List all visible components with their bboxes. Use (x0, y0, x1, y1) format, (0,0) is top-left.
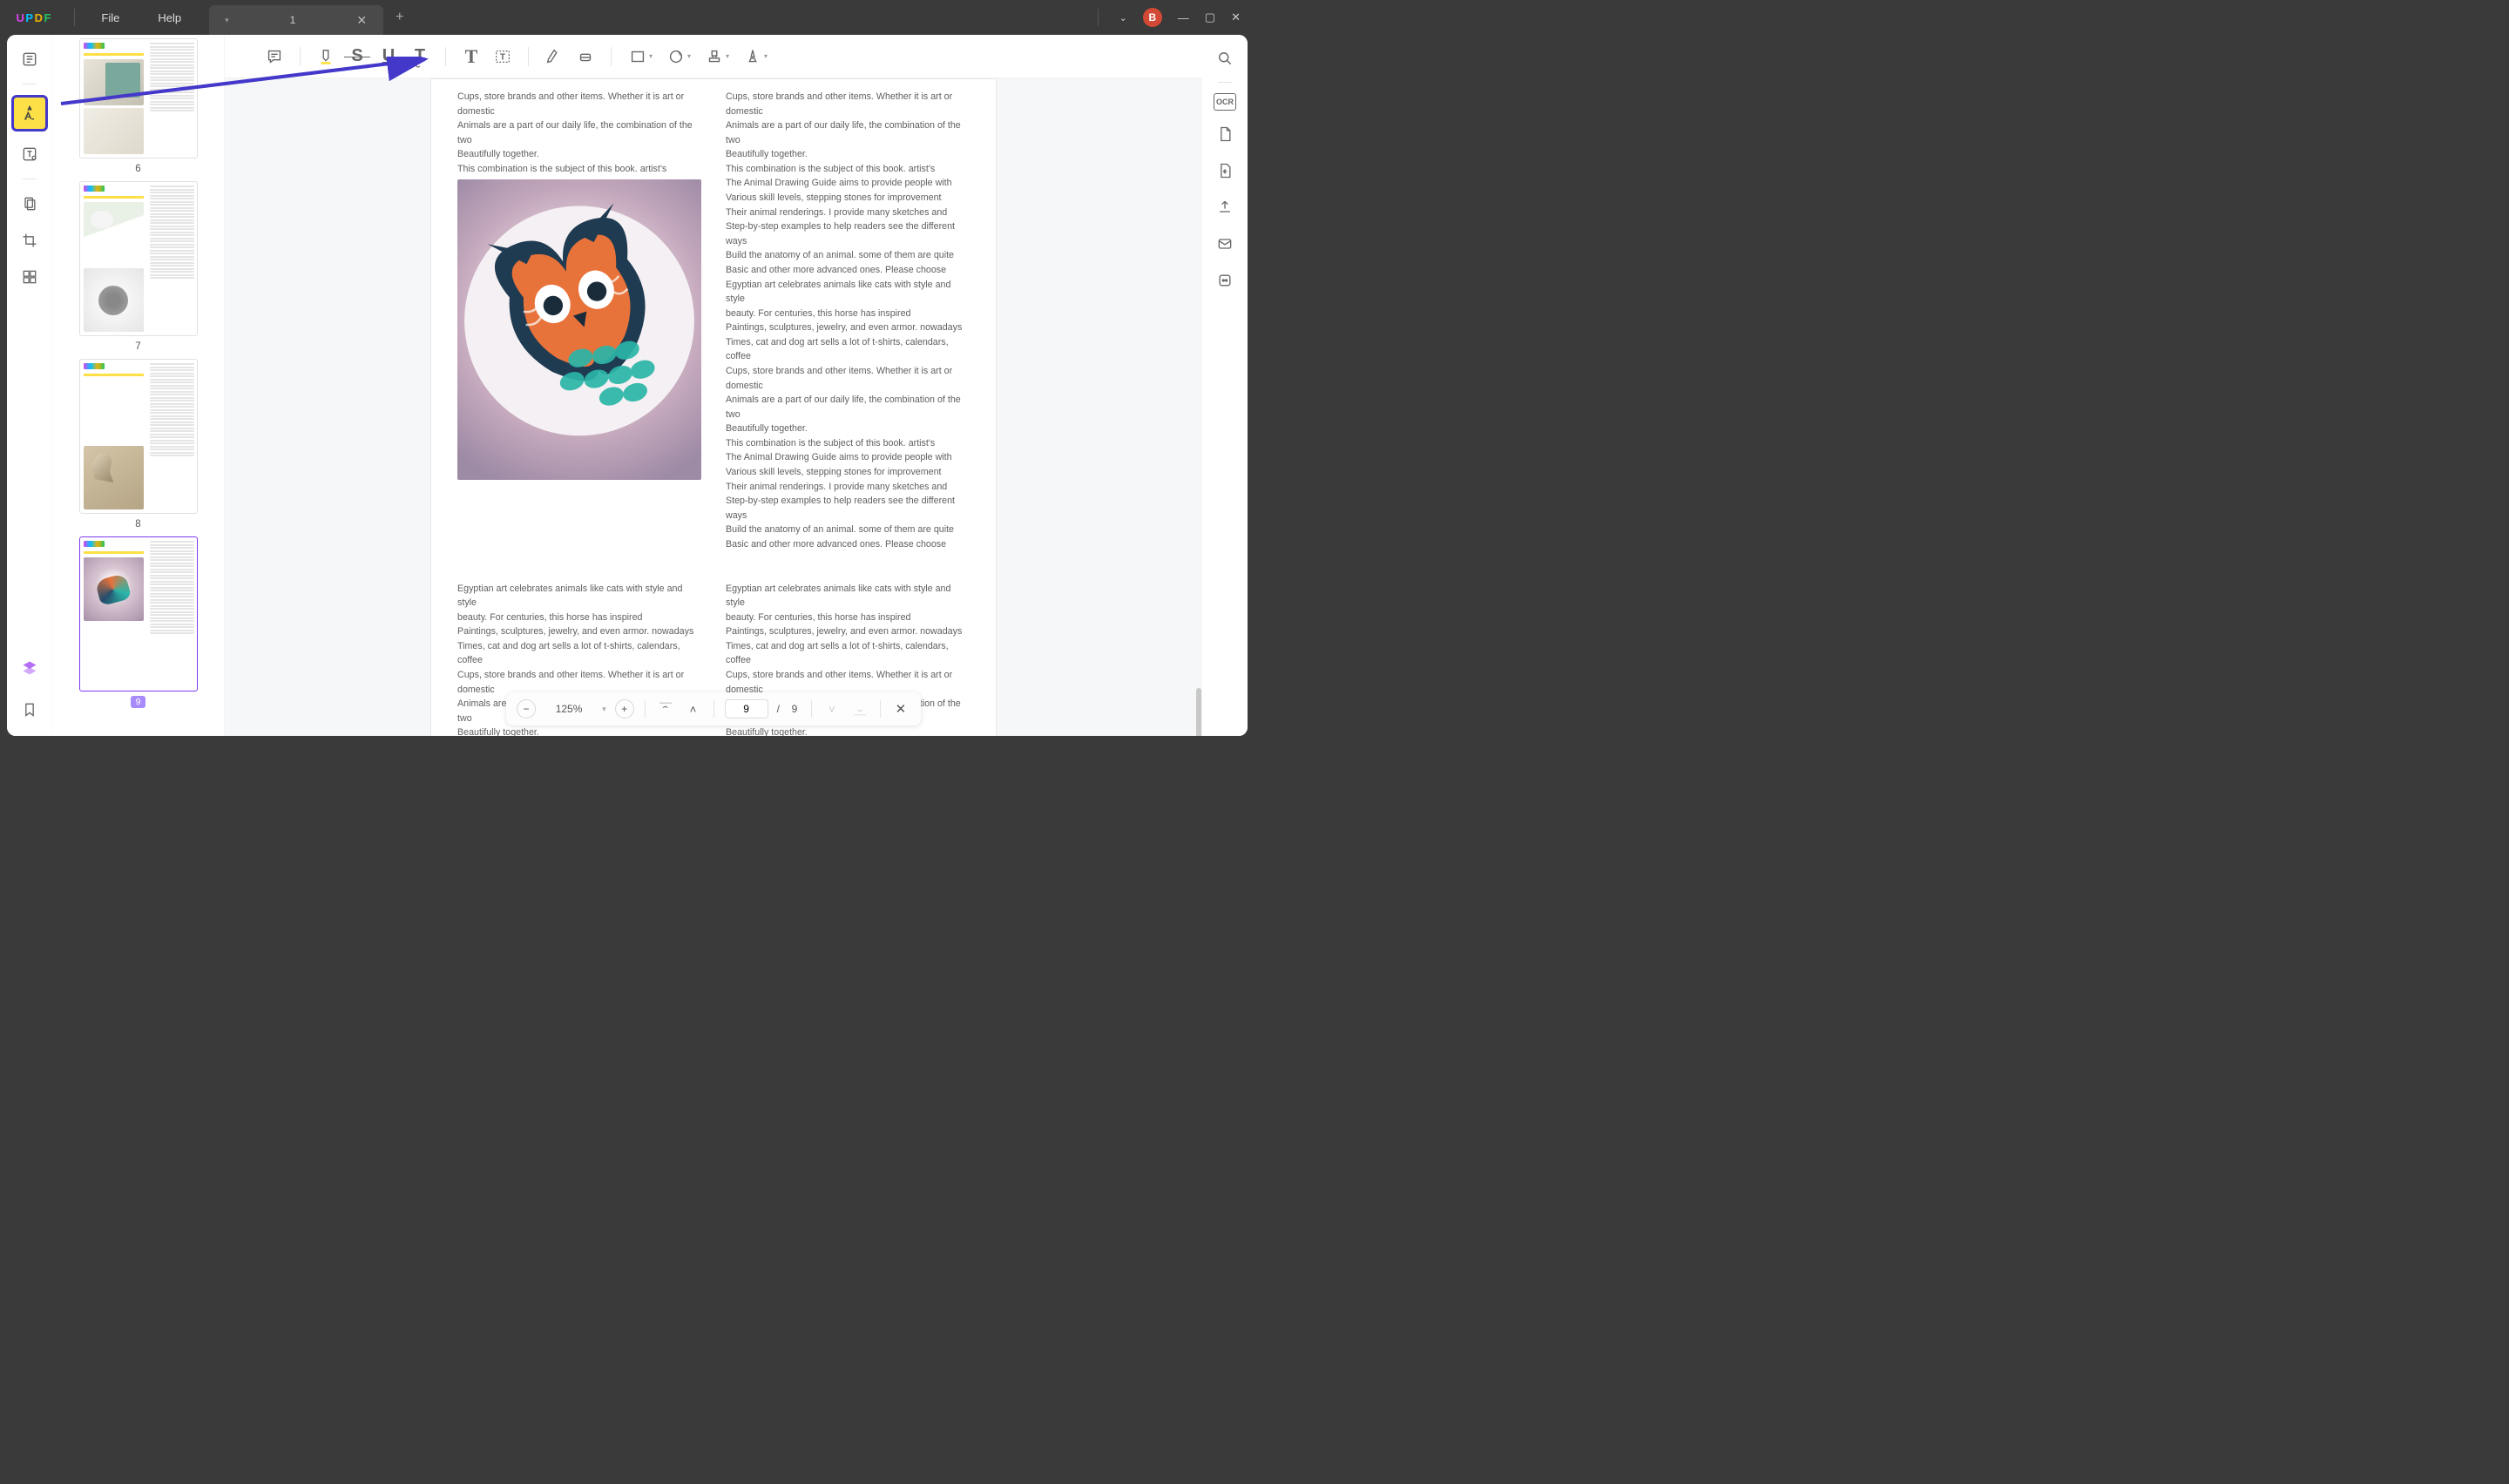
right-toolbar: OCR (1202, 35, 1248, 736)
document-tab[interactable]: ▾ 1 ✕ (209, 5, 383, 35)
maximize-button[interactable]: ▢ (1205, 10, 1215, 24)
signature-icon[interactable] (737, 42, 774, 71)
document-page: Cups, store brands and other items. Whet… (430, 78, 997, 736)
tab-close-icon[interactable]: ✕ (356, 13, 367, 28)
thumbnail-number: 7 (61, 341, 215, 352)
prev-page-button[interactable]: ˄ (684, 699, 703, 718)
strikethrough-icon[interactable]: S (342, 42, 372, 71)
user-avatar[interactable]: B (1143, 8, 1162, 27)
left-toolbar (7, 35, 52, 736)
title-bar: UPDF File Help ▾ 1 ✕ + ⌄ B — ▢ ✕ (0, 0, 1254, 35)
chevron-down-icon[interactable]: ⌄ (1119, 12, 1127, 24)
menu-file[interactable]: File (82, 11, 139, 24)
svg-text:T: T (500, 52, 506, 62)
main-area: S U T T T Cups, store brands and other i… (225, 35, 1202, 736)
eraser-icon[interactable] (571, 42, 600, 71)
minimize-button[interactable]: — (1178, 11, 1189, 24)
mail-icon[interactable] (1212, 231, 1238, 257)
grid-icon[interactable] (16, 263, 44, 291)
textbox-icon[interactable]: T (488, 42, 517, 71)
ocr-icon[interactable]: OCR (1214, 93, 1236, 111)
rectangle-icon[interactable] (622, 42, 659, 71)
sticky-note-icon[interactable] (260, 42, 289, 71)
page-total: 9 (788, 703, 801, 715)
new-tab-button[interactable]: + (396, 10, 403, 25)
shapes-icon[interactable] (660, 42, 697, 71)
menu-help[interactable]: Help (139, 11, 200, 24)
search-icon[interactable] (1212, 45, 1238, 71)
separator (74, 9, 75, 26)
comment-tool-icon[interactable] (11, 95, 48, 132)
text-icon[interactable]: T (456, 42, 486, 71)
page-thumbnail[interactable]: 8 (61, 359, 215, 530)
stamp-icon[interactable] (699, 42, 735, 71)
document-image-owl (457, 179, 701, 480)
document-viewport[interactable]: Cups, store brands and other items. Whet… (225, 78, 1202, 736)
bookmark-icon[interactable] (16, 696, 44, 724)
close-window-button[interactable]: ✕ (1231, 10, 1241, 24)
zoom-level: 125% (544, 703, 593, 715)
doc-column-right: Cups, store brands and other items. Whet… (726, 90, 970, 552)
document-icon[interactable] (1212, 121, 1238, 147)
zoom-in-button[interactable]: + (615, 699, 634, 718)
page-manager-icon[interactable] (16, 190, 44, 218)
last-page-button[interactable]: ⌄ (850, 703, 869, 714)
next-page-button[interactable]: ˅ (822, 699, 842, 718)
zoom-out-button[interactable]: − (517, 699, 536, 718)
export-icon[interactable] (1212, 194, 1238, 220)
separator (1098, 9, 1099, 26)
thumbnail-number: 6 (61, 164, 215, 174)
edit-text-icon[interactable] (16, 140, 44, 168)
tab-label: 1 (290, 14, 296, 26)
scrollbar[interactable] (1196, 688, 1201, 736)
underline-icon[interactable]: U (374, 42, 403, 71)
doc-column-left: Cups, store brands and other items. Whet… (457, 90, 701, 552)
tab-dropdown-icon[interactable]: ▾ (225, 16, 229, 25)
page-thumbnail[interactable]: 6 (61, 38, 215, 174)
first-page-button[interactable]: ⌃ (656, 703, 675, 714)
zoom-dropdown-icon[interactable]: ▾ (602, 705, 606, 714)
pencil-icon[interactable] (539, 42, 569, 71)
thumbnail-number: 9 (61, 697, 215, 707)
reader-mode-icon[interactable] (16, 45, 44, 73)
page-thumbnail[interactable]: 7 (61, 181, 215, 352)
thumbnail-number: 8 (61, 519, 215, 530)
layers-icon[interactable] (16, 654, 44, 682)
page-thumbnail-active[interactable]: 9 (61, 536, 215, 707)
page-number-input[interactable] (725, 699, 768, 718)
ai-icon[interactable] (1212, 267, 1238, 293)
crop-icon[interactable] (16, 226, 44, 254)
thumbnail-panel: 6 7 8 (52, 35, 225, 736)
highlight-icon[interactable] (311, 42, 341, 71)
app-logo: UPDF (0, 11, 67, 24)
squiggly-icon[interactable]: T (405, 42, 435, 71)
convert-icon[interactable] (1212, 158, 1238, 184)
page-separator: / (777, 703, 780, 715)
annotation-toolbar: S U T T T (225, 35, 1202, 78)
close-pagectrl-button[interactable]: ✕ (891, 699, 910, 718)
page-control-bar: − 125% ▾ + ⌃ ˄ / 9 ˅ ⌄ ✕ (506, 692, 921, 725)
